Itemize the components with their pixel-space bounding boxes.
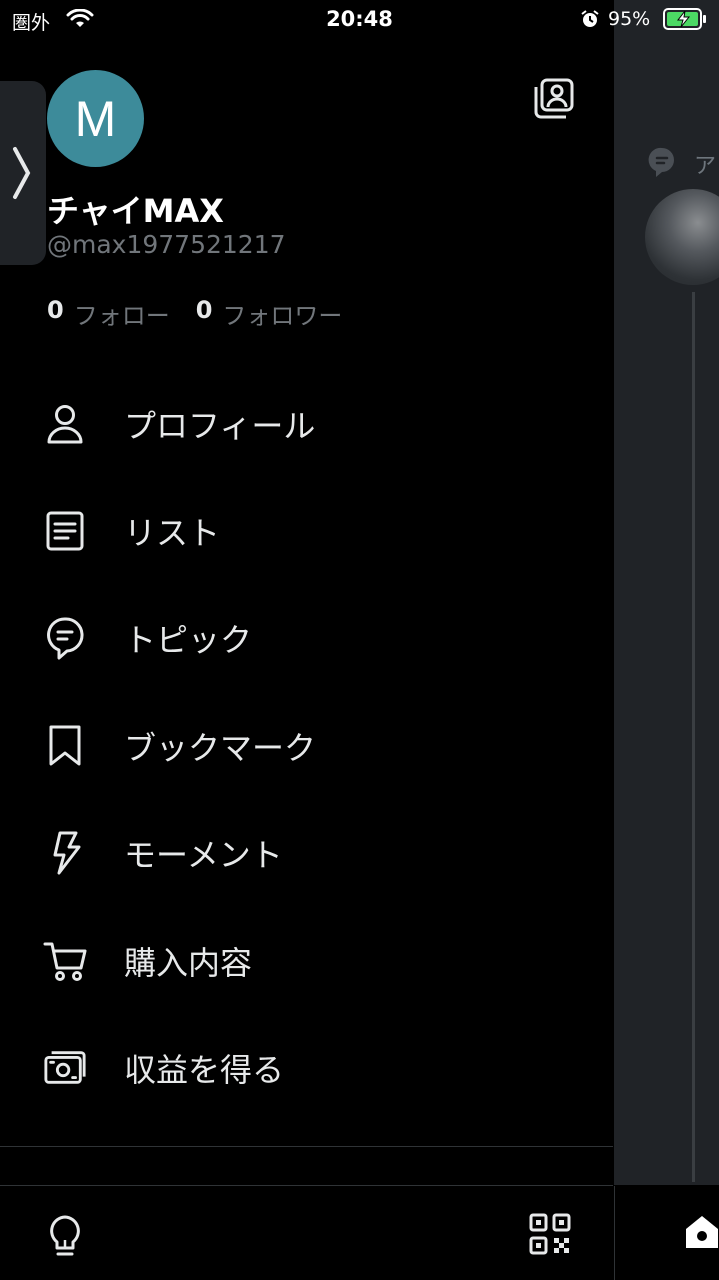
menu-item-label: プロフィール — [124, 407, 316, 445]
topic-icon — [648, 146, 676, 182]
lightning-icon — [43, 831, 87, 875]
side-drawer: M チャイMAX @max1977521217 0 フォロー 0 フォロワー プ… — [0, 0, 613, 1280]
money-icon — [43, 1046, 87, 1090]
cart-icon — [43, 939, 87, 983]
avatar-letter: M — [74, 90, 117, 147]
lightbulb-icon[interactable] — [44, 1214, 86, 1264]
home-icon[interactable] — [682, 1212, 719, 1256]
followers-link[interactable]: 0 フォロワー — [196, 296, 343, 331]
user-handle: @max1977521217 — [47, 230, 286, 259]
menu-item-label: 購入内容 — [124, 944, 253, 982]
status-bar: 圏外 20:48 95% — [0, 0, 719, 40]
qr-code-icon[interactable] — [528, 1212, 572, 1260]
menu-item-profile[interactable]: プロフィール — [0, 379, 613, 469]
background-topic-text: ア — [694, 154, 717, 179]
background-thread-line — [692, 292, 695, 1182]
following-label: フォロー — [73, 302, 170, 330]
menu-item-label: ブックマーク — [124, 729, 317, 767]
divider — [0, 1146, 613, 1147]
menu-item-lists[interactable]: リスト — [0, 486, 613, 576]
menu-item-label: 収益を得る — [124, 1051, 285, 1089]
menu-item-label: モーメント — [124, 836, 283, 874]
alarm-icon — [580, 9, 600, 33]
following-count: 0 — [47, 296, 64, 324]
menu-item-label: リスト — [124, 514, 221, 552]
menu-item-topics[interactable]: トピック — [0, 593, 613, 683]
battery-percent: 95% — [608, 8, 651, 30]
followers-label: フォロワー — [222, 302, 343, 330]
switch-account-icon[interactable] — [530, 77, 576, 127]
menu-item-monetization[interactable]: 収益を得る — [0, 1023, 613, 1113]
drawer-edge-handle[interactable] — [0, 81, 46, 265]
display-name[interactable]: チャイMAX — [47, 186, 224, 232]
menu-item-bookmarks[interactable]: ブックマーク — [0, 701, 613, 791]
menu-item-moments[interactable]: モーメント — [0, 808, 613, 898]
following-link[interactable]: 0 フォロー — [47, 296, 170, 331]
menu-item-purchases[interactable]: 購入内容 — [0, 916, 613, 1006]
avatar[interactable]: M — [47, 70, 144, 167]
divider — [0, 1185, 613, 1186]
person-icon — [43, 402, 87, 446]
menu-item-label: トピック — [124, 621, 253, 659]
topic-icon — [43, 616, 87, 660]
followers-count: 0 — [195, 296, 213, 324]
battery-charging-icon — [663, 8, 707, 34]
list-icon — [43, 509, 87, 553]
bookmark-icon — [43, 724, 87, 768]
follow-stats: 0 フォロー 0 フォロワー — [47, 296, 360, 331]
